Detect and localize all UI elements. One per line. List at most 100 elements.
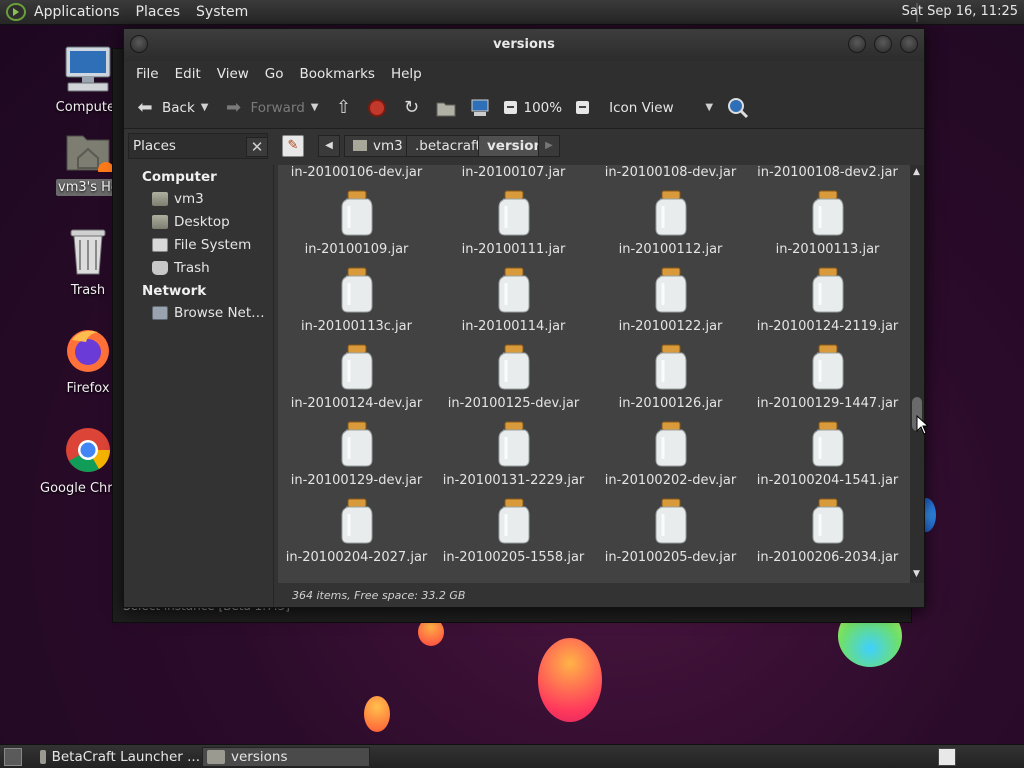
jar-file-icon — [435, 421, 592, 471]
file-item[interactable]: in-20100205-1558.jar — [435, 498, 592, 565]
breadcrumb-scroll-right[interactable]: ▶ — [538, 135, 560, 157]
computer-button[interactable] — [470, 99, 490, 117]
breadcrumb-vm3[interactable]: vm3 — [344, 135, 412, 157]
jar-file-icon — [592, 344, 749, 394]
firefox-icon — [67, 330, 109, 372]
forward-history-dropdown[interactable]: ▼ — [311, 102, 319, 113]
file-icon-view[interactable]: in-20100106-dev.jar in-20100107.jar in-201… — [278, 165, 910, 583]
menu-view[interactable]: View — [209, 66, 257, 82]
file-item[interactable]: in-20100106-dev.jar — [278, 165, 435, 180]
file-item[interactable]: in-20100124-2119.jar — [749, 267, 906, 334]
file-item[interactable]: in-20100109.jar — [278, 190, 435, 257]
task-versions[interactable]: versions — [202, 747, 370, 767]
desktop-folder-icon — [152, 214, 168, 229]
jar-file-icon — [749, 267, 906, 317]
sidebar-item-label: vm3 — [174, 190, 204, 207]
file-item[interactable]: in-20100131-2229.jar — [435, 421, 592, 488]
file-name: in-20100204-2027.jar — [285, 550, 428, 565]
taskbar: BetaCraft Launcher ... versions — [0, 744, 1024, 768]
file-item[interactable]: in-20100113c.jar — [278, 267, 435, 334]
home-icon — [436, 102, 456, 116]
file-item[interactable]: in-20100126.jar — [592, 344, 749, 411]
file-item[interactable]: in-20100204-2027.jar — [278, 498, 435, 565]
menu-help[interactable]: Help — [383, 66, 430, 82]
distro-logo-icon[interactable] — [6, 3, 26, 21]
breadcrumb-scroll-left[interactable]: ◀ — [318, 135, 340, 157]
maximize-button[interactable] — [874, 35, 892, 53]
file-item[interactable]: in-20100205-dev.jar — [592, 498, 749, 565]
menu-bookmarks[interactable]: Bookmarks — [292, 66, 383, 82]
file-item[interactable]: in-20100111.jar — [435, 190, 592, 257]
file-item[interactable]: in-20100125-dev.jar — [435, 344, 592, 411]
file-name: in-20100129-1447.jar — [756, 396, 899, 411]
stop-button[interactable] — [368, 98, 387, 117]
file-name: in-20100111.jar — [461, 242, 566, 257]
system-menu[interactable]: System — [188, 4, 256, 20]
window-menu-button[interactable] — [130, 35, 148, 53]
file-item[interactable]: in-20100129-dev.jar — [278, 421, 435, 488]
view-mode-select[interactable]: Icon View ▼ — [603, 100, 713, 116]
applications-menu[interactable]: Applications — [26, 4, 128, 20]
sidebar-item-filesystem[interactable]: File System — [124, 233, 273, 256]
view-mode-label: Icon View — [609, 99, 674, 116]
file-item[interactable]: in-20100124-dev.jar — [278, 344, 435, 411]
zoom-in-button[interactable] — [576, 101, 590, 114]
reload-button[interactable]: ↻ — [400, 97, 422, 118]
sidebar-item-browse-network[interactable]: Browse Net… — [124, 301, 273, 324]
desktop-icon-label: vm3's Home — [56, 179, 120, 196]
task-betacraft-launcher[interactable]: BetaCraft Launcher ... — [36, 747, 200, 767]
file-item[interactable]: in-20100114.jar — [435, 267, 592, 334]
mouse-cursor-icon — [916, 415, 928, 435]
zoom-out-button[interactable]: 100% — [504, 100, 562, 116]
file-name: in-20100109.jar — [304, 242, 409, 257]
file-item[interactable]: in-20100204-1541.jar — [749, 421, 906, 488]
forward-button[interactable]: ➡ Forward ▼ — [222, 97, 319, 118]
places-label: Places — [133, 138, 176, 154]
up-button[interactable]: ⇧ — [332, 97, 354, 118]
vertical-scrollbar[interactable]: ▲ ▼ — [910, 165, 924, 583]
titlebar[interactable]: versions — [124, 29, 924, 61]
search-button[interactable] — [727, 97, 749, 119]
close-button[interactable] — [900, 35, 918, 53]
file-item[interactable]: in-20100206-2034.jar — [749, 498, 906, 565]
file-item[interactable]: in-20100108-dev.jar — [592, 165, 749, 180]
forward-arrow-icon: ➡ — [225, 97, 242, 118]
close-sidebar-button[interactable]: ✕ — [246, 137, 268, 157]
zoom-in-icon — [576, 101, 590, 114]
scroll-down-arrow-icon[interactable]: ▼ — [913, 569, 920, 579]
jar-file-icon — [592, 267, 749, 317]
back-label: Back — [162, 99, 195, 116]
workspace-switcher[interactable] — [938, 748, 956, 766]
file-item[interactable]: in-20100113.jar — [749, 190, 906, 257]
scroll-up-arrow-icon[interactable]: ▲ — [913, 167, 920, 177]
jar-file-icon — [435, 344, 592, 394]
edit-location-button[interactable]: ✎ — [282, 135, 304, 157]
file-item[interactable]: in-20100108-dev2.jar — [749, 165, 906, 180]
back-history-dropdown[interactable]: ▼ — [201, 102, 209, 113]
sidebar-item-vm3[interactable]: vm3 — [124, 187, 273, 210]
show-desktop-icon[interactable] — [4, 748, 22, 766]
file-item[interactable]: in-20100122.jar — [592, 267, 749, 334]
file-name: in-20100108-dev2.jar — [757, 165, 898, 180]
menu-edit[interactable]: Edit — [167, 66, 209, 82]
clock[interactable]: Sat Sep 16, 11:25 — [902, 4, 1018, 19]
file-item[interactable]: in-20100202-dev.jar — [592, 421, 749, 488]
places-menu[interactable]: Places — [128, 4, 189, 20]
jar-file-icon — [592, 498, 749, 548]
file-name: in-20100124-2119.jar — [756, 319, 899, 334]
menu-file[interactable]: File — [128, 66, 167, 82]
sidebar-item-trash[interactable]: Trash — [124, 256, 273, 279]
home-button[interactable] — [436, 99, 456, 117]
file-item[interactable]: in-20100129-1447.jar — [749, 344, 906, 411]
file-item[interactable]: in-20100107.jar — [435, 165, 592, 180]
jar-file-icon — [435, 267, 592, 317]
jar-file-icon — [435, 498, 592, 548]
up-arrow-icon: ⇧ — [335, 97, 352, 118]
back-button[interactable]: ⬅ Back ▼ — [134, 97, 208, 118]
sidebar-item-label: Desktop — [174, 213, 230, 230]
sidebar-item-desktop[interactable]: Desktop — [124, 210, 273, 233]
minimize-button[interactable] — [848, 35, 866, 53]
menu-go[interactable]: Go — [257, 66, 292, 82]
file-item[interactable]: in-20100112.jar — [592, 190, 749, 257]
sidebar-section-computer: Computer — [142, 169, 217, 185]
